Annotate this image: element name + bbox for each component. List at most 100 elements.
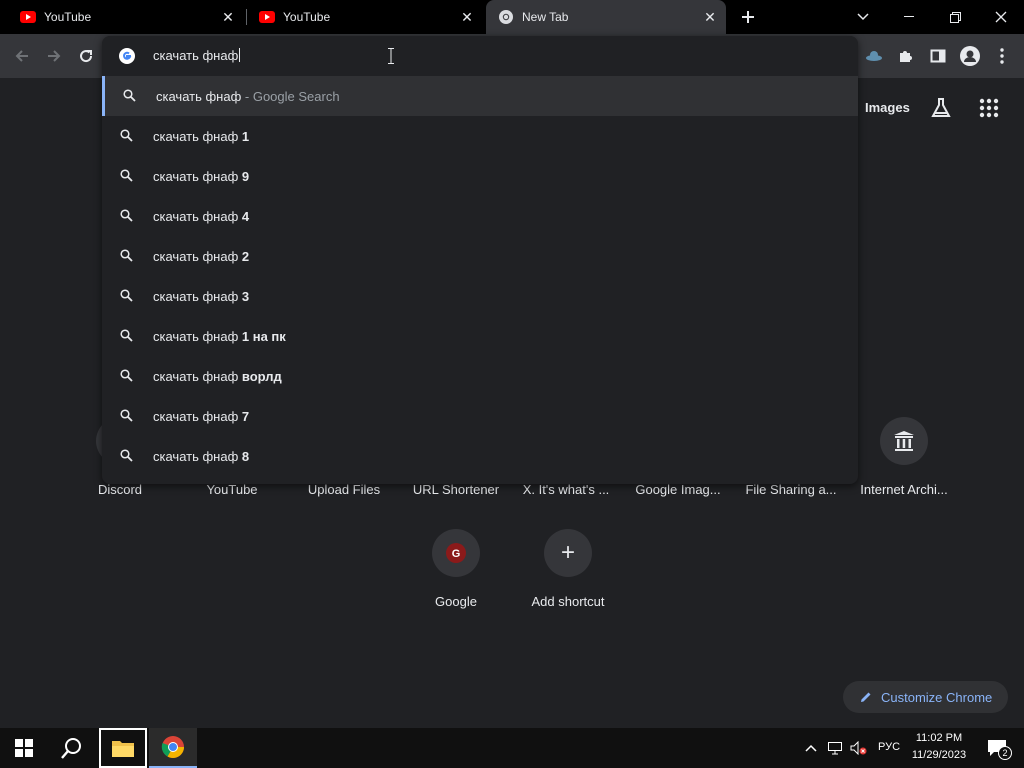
tab-new-tab[interactable]: New Tab ✕ [486,0,726,34]
suggestion-prefix: скачать фнаф [153,289,242,304]
menu-kebab-icon[interactable] [988,42,1016,70]
suggestion-completion: 1 [241,129,250,144]
archive-building-icon [894,431,914,451]
suggestion-hint: - Google Search [241,89,340,104]
omnibox-input-value[interactable]: скачать фнаф [153,48,238,63]
shortcut-label-google[interactable]: Google [400,594,512,609]
restore-button[interactable] [932,0,978,34]
customize-chrome-button[interactable]: Customize Chrome [843,681,1008,713]
suggestion-item[interactable]: скачать фнаф 8 [102,436,858,476]
tab-search-button[interactable] [840,0,886,34]
search-icon [123,89,136,102]
youtube-icon [20,11,36,23]
suggestion-text: скачать фнаф 8 [153,449,249,464]
suggestion-item[interactable]: скачать фнаф 2 [102,236,858,276]
tab-youtube-1[interactable]: YouTube ✕ [8,0,244,34]
images-link[interactable]: Images [865,100,910,115]
tab-title: New Tab [522,10,569,24]
suggestion-prefix: скачать фнаф [156,89,242,104]
search-icon [120,209,133,222]
suggestion-text: скачать фнаф ворлд [153,369,282,384]
suggestion-item[interactable]: скачать фнаф - Google Search [102,76,858,116]
network-icon[interactable] [824,728,846,768]
google-apps-icon[interactable] [979,98,999,123]
suggestion-prefix: скачать фнаф [153,449,242,464]
add-shortcut-button[interactable]: + [544,529,592,577]
taskbar-search-button[interactable] [48,728,96,768]
close-tab-icon[interactable]: ✕ [459,9,475,25]
suggestion-item[interactable]: скачать фнаф ворлд [102,356,858,396]
suggestion-completion: 7 [241,409,250,424]
close-icon [995,11,1007,23]
shortcut-label-google-images[interactable]: Google Imag... [622,482,734,497]
minimize-button[interactable] [886,0,932,34]
arrow-right-icon [48,50,61,62]
search-icon [120,169,133,182]
chrome-taskbar-button[interactable] [149,728,197,768]
back-button[interactable] [8,42,36,70]
pencil-icon [859,690,873,704]
suggestion-prefix: скачать фнаф [153,369,242,384]
shortcut-tile-internet-archive[interactable] [880,417,928,465]
reload-button[interactable] [72,42,100,70]
suggestion-completion: ворлд [241,369,282,384]
side-panel-icon[interactable] [924,42,952,70]
shortcut-label-file-sharing[interactable]: File Sharing a... [735,482,847,497]
suggestion-completion: 8 [241,449,250,464]
shortcut-label-internet-archive[interactable]: Internet Archi... [848,482,960,497]
search-icon [61,738,81,759]
shortcut-label-x[interactable]: X. It's what's ... [510,482,622,497]
volume-muted-icon[interactable] [848,728,870,768]
extensions-puzzle-icon[interactable] [892,42,920,70]
shortcut-label-upload-files[interactable]: Upload Files [288,482,400,497]
suggestion-prefix: скачать фнаф [153,209,242,224]
extension-ufo-icon[interactable] [860,42,888,70]
suggestion-text: скачать фнаф 1 на пк [153,329,286,344]
tab-youtube-2[interactable]: YouTube ✕ [247,0,483,34]
shortcut-label-youtube[interactable]: YouTube [176,482,288,497]
notifications-button[interactable]: 2 [978,728,1018,768]
file-explorer-button[interactable] [99,728,147,768]
suggestion-item[interactable]: скачать фнаф 7 [102,396,858,436]
minimize-icon [904,16,914,17]
svg-text:G: G [452,548,461,560]
close-tab-icon[interactable]: ✕ [220,9,236,25]
youtube-icon [259,11,275,23]
forward-button[interactable] [40,42,68,70]
input-language[interactable]: РУС [872,741,906,753]
clock-time[interactable]: 11:02 PM [906,732,972,744]
clock-date[interactable]: 11/29/2023 [906,749,972,761]
omnibox-input-row[interactable]: скачать фнаф [102,36,858,76]
close-window-button[interactable] [978,0,1024,34]
tray-overflow-chevron-icon[interactable] [800,728,822,768]
suggestion-item[interactable]: скачать фнаф 1 на пк [102,316,858,356]
suggestion-text: скачать фнаф 3 [153,289,249,304]
profile-avatar-icon[interactable] [956,42,984,70]
suggestion-item[interactable]: скачать фнаф 3 [102,276,858,316]
suggestion-text: скачать фнаф 2 [153,249,249,264]
omnibox-dropdown: скачать фнаф скачать фнаф - Google Searc… [102,36,858,484]
suggestion-text: скачать фнаф 9 [153,169,249,184]
suggestion-completion: 9 [241,169,250,184]
chrome-icon [498,9,514,25]
google-g-icon [118,47,136,70]
suggestion-item[interactable]: скачать фнаф 4 [102,196,858,236]
notification-count-badge: 2 [998,746,1012,760]
text-caret [239,48,241,62]
labs-flask-icon[interactable] [929,96,953,125]
close-tab-icon[interactable]: ✕ [702,9,718,25]
ibeam-cursor-icon [388,48,394,69]
shortcut-label-url-shortener[interactable]: URL Shortener [400,482,512,497]
suggestion-text: скачать фнаф 1 [153,129,249,144]
suggestion-completion: 3 [241,289,250,304]
suggestion-prefix: скачать фнаф [153,409,242,424]
suggestion-item[interactable]: скачать фнаф 9 [102,156,858,196]
omnibox-input: скачать фнаф [153,48,241,63]
tab-title: YouTube [44,10,92,24]
suggestion-item[interactable]: скачать фнаф 1 [102,116,858,156]
start-button[interactable] [0,728,48,768]
shortcut-label-discord[interactable]: Discord [64,482,176,497]
add-shortcut-label[interactable]: Add shortcut [512,594,624,609]
new-tab-button[interactable] [737,6,759,28]
shortcut-tile-google[interactable]: G [432,529,480,577]
